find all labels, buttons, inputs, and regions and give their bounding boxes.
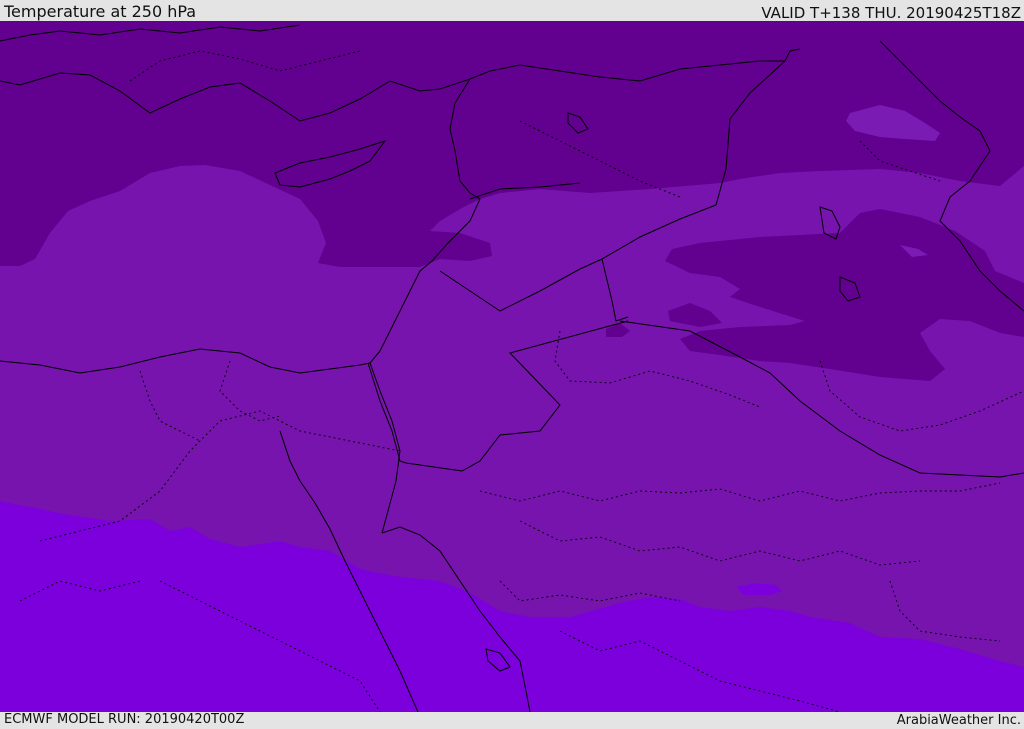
valid-time-label: VALID T+138 THU. 20190425T18Z xyxy=(761,4,1021,22)
model-run-label: ECMWF MODEL RUN: 20190420T00Z xyxy=(4,712,245,727)
map-canvas xyxy=(0,21,1024,712)
header-bar: Temperature at 250 hPa VALID T+138 THU. … xyxy=(0,0,1024,22)
map-title: Temperature at 250 hPa xyxy=(4,2,197,21)
temperature-map[interactable] xyxy=(0,21,1024,712)
credit-label: ArabiaWeather Inc. xyxy=(896,713,1021,728)
footer-bar: ECMWF MODEL RUN: 20190420T00Z ArabiaWeat… xyxy=(0,712,1024,729)
